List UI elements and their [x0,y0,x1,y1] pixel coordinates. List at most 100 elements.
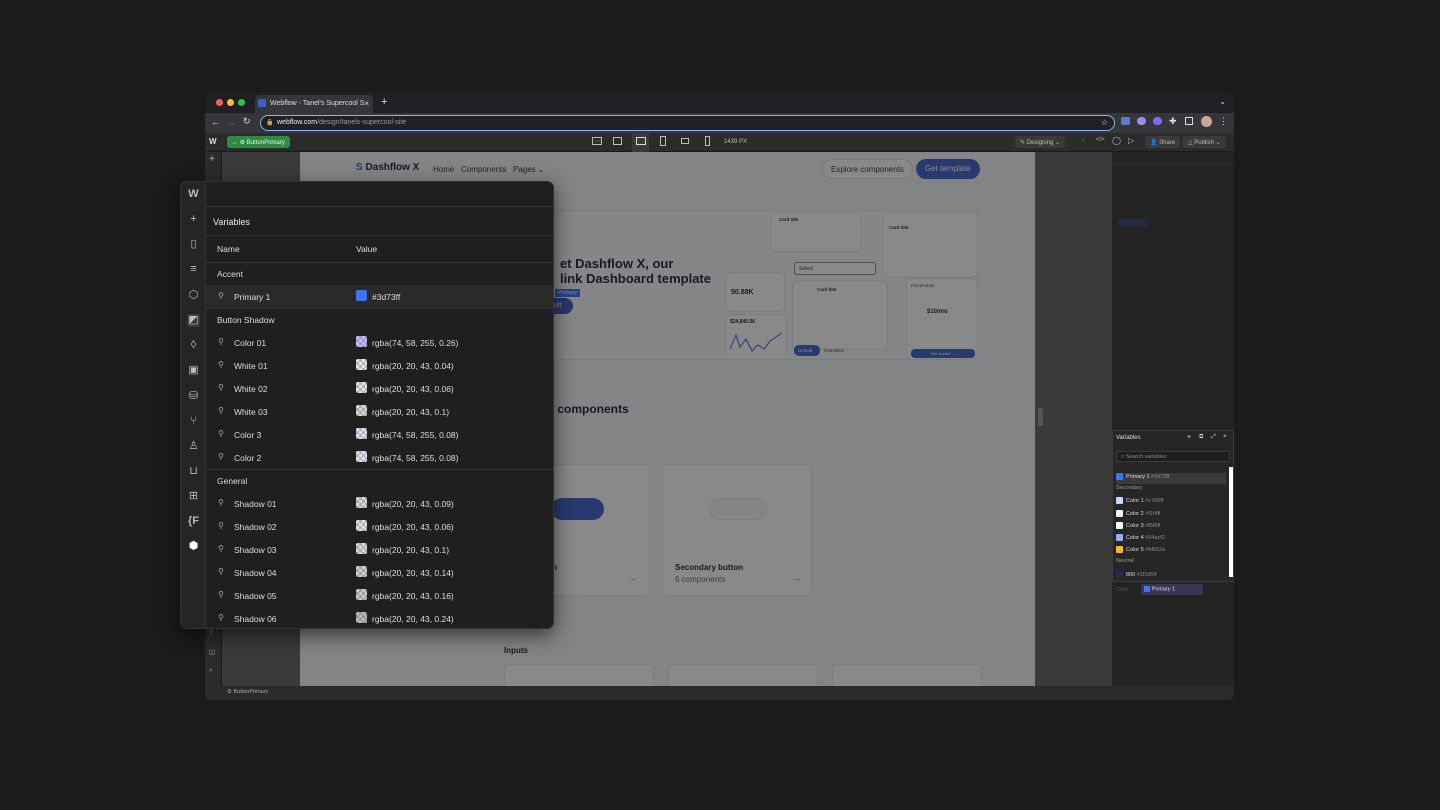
variable-value[interactable]: rgba(20, 20, 43, 0.16) [372,591,454,601]
components-icon[interactable]: ⬡ [187,289,200,302]
tab-menu-chevron-icon[interactable]: ⌄ [1219,97,1226,106]
color-swatch[interactable] [356,428,367,439]
extension-icon[interactable] [1137,117,1146,125]
variable-name[interactable]: Shadow 01 [234,499,277,509]
publish-button[interactable]: △ Publish ⌄ [1183,136,1226,148]
color-swatch[interactable] [356,336,367,347]
color-swatch[interactable] [356,589,367,600]
browser-menu-icon[interactable]: ⋮ [1219,116,1228,127]
extension-icon[interactable] [1121,117,1130,125]
variable-value[interactable]: rgba(20, 20, 43, 0.24) [372,614,454,624]
code-icon[interactable]: </> [1096,137,1105,143]
color-swatch[interactable] [356,612,367,623]
tasks-icon[interactable]: ☑ [209,649,215,657]
variable-value[interactable]: rgba(20, 20, 43, 0.09) [372,499,454,509]
mini-variable-item[interactable]: Primary 1 #3d73ff [1116,473,1226,484]
variable-row[interactable]: ⚲Shadow 02rgba(20, 20, 43, 0.06) [206,515,554,538]
maximize-window-button[interactable] [238,99,245,106]
mini-variable-item[interactable]: Color 5 #fdb52a [1116,546,1226,557]
column-header-value[interactable]: Value [356,244,377,254]
detach-icon[interactable]: ⧉ [1199,434,1203,441]
variable-name[interactable]: Shadow 04 [234,568,277,578]
variable-name[interactable]: Shadow 05 [234,591,277,601]
expand-icon[interactable]: ⤢ [1211,434,1216,441]
variable-value[interactable]: rgba(20, 20, 43, 0.06) [372,522,454,532]
comment-icon[interactable]: ◯ [1112,136,1121,145]
assets-icon[interactable]: ▣ [187,364,200,377]
variable-row[interactable]: ⚲Color 01rgba(74, 58, 255, 0.26) [206,331,554,354]
share-button[interactable]: 👤 Share [1145,136,1180,148]
forward-icon[interactable]: → [227,117,236,127]
puzzle-extensions-icon[interactable]: ✚ [1169,116,1177,127]
pages-icon[interactable]: ▯ [187,238,200,251]
mini-variable-item[interactable]: Color 4 #94acf2 [1116,534,1226,545]
color-swatch[interactable] [356,520,367,531]
webflow-logo-icon[interactable]: W [187,188,200,201]
preview-play-icon[interactable]: ▷ [1128,136,1134,145]
desktop-large-icon[interactable] [592,137,602,145]
extension-icon[interactable] [1153,117,1162,125]
variable-name[interactable]: Shadow 03 [234,545,277,555]
color-swatch[interactable] [356,290,367,301]
variable-name[interactable]: Shadow 02 [234,522,277,532]
breadcrumb[interactable]: ⚙ ButtonPrimary [227,689,268,695]
profile-avatar[interactable] [1201,116,1212,127]
variable-row[interactable]: ⚲Primary 1#3d73ff [206,285,554,308]
sidepanel-icon[interactable] [1185,117,1193,125]
variable-name[interactable]: White 03 [234,407,268,417]
variable-value[interactable]: rgba(20, 20, 43, 0.14) [372,568,454,578]
variable-value[interactable]: #3d73ff [372,292,400,302]
reload-icon[interactable]: ↻ [243,116,251,127]
color-swatch[interactable] [356,497,367,508]
users-icon[interactable]: ♙ [187,440,200,453]
code-braces-icon[interactable]: {F [187,515,200,528]
mobile-landscape-icon[interactable] [681,138,689,144]
variable-group-header[interactable]: General [206,469,554,492]
color-swatch[interactable] [356,382,367,393]
variable-name[interactable]: White 01 [234,361,268,371]
component-breadcrumb-button[interactable]: ← ⚙ ButtonPrimary [227,136,290,148]
variable-name[interactable]: Shadow 06 [234,614,277,624]
variable-value[interactable]: rgba(20, 20, 43, 0.04) [372,361,454,371]
color-swatch[interactable] [356,451,367,462]
variable-name[interactable]: Primary 1 [234,292,270,302]
mini-variable-item[interactable]: Color 1 #c7d6ff [1116,497,1226,508]
close-tab-icon[interactable]: × [364,99,369,108]
variable-row[interactable]: ⚲Shadow 04rgba(20, 20, 43, 0.14) [206,561,554,584]
new-tab-icon[interactable]: + [381,96,387,108]
color-swatch[interactable] [356,566,367,577]
mini-variable-item[interactable]: Color 2 #f1f4ff [1116,510,1226,521]
variables-icon[interactable]: ◩ [187,314,200,327]
search-icon[interactable]: ⌕ [209,667,213,675]
back-icon[interactable]: ← [211,117,220,127]
variable-value[interactable]: rgba(20, 20, 43, 0.1) [372,407,449,417]
column-header-name[interactable]: Name [217,244,240,254]
panel-tabs[interactable] [1112,152,1234,164]
close-icon[interactable]: × [1223,434,1227,440]
variable-name[interactable]: Color 2 [234,453,261,463]
cube-icon[interactable]: ⬢ [187,540,200,553]
tablet-icon[interactable] [660,136,666,146]
variable-row[interactable]: ⚲White 01rgba(20, 20, 43, 0.04) [206,354,554,377]
check-icon[interactable]: ✓ [1081,137,1086,144]
color-swatch[interactable] [356,359,367,370]
variable-name[interactable]: White 02 [234,384,268,394]
variable-name[interactable]: Color 3 [234,430,261,440]
close-window-button[interactable] [216,99,223,106]
add-icon[interactable]: + [209,154,215,165]
variable-value[interactable]: rgba(20, 20, 43, 0.06) [372,384,454,394]
mobile-icon[interactable] [705,136,710,146]
styles-icon[interactable]: ◊ [187,339,200,352]
canvas-resize-handle[interactable] [1038,408,1043,426]
variable-value[interactable]: rgba(74, 58, 255, 0.26) [372,338,458,348]
variable-row[interactable]: ⚲Shadow 03rgba(20, 20, 43, 0.1) [206,538,554,561]
variable-value[interactable]: rgba(20, 20, 43, 0.1) [372,545,449,555]
variable-row[interactable]: ⚲Color 2rgba(74, 58, 255, 0.08) [206,446,554,469]
variable-group-header[interactable]: Accent [206,262,554,285]
variable-value[interactable]: rgba(74, 58, 255, 0.08) [372,453,458,463]
navigator-icon[interactable]: ≡ [187,263,200,276]
variable-row[interactable]: ⚲Shadow 01rgba(20, 20, 43, 0.09) [206,492,554,515]
url-input[interactable]: 🔒 webflow.com/design/tanels-supercool-si… [260,115,1115,131]
color-swatch[interactable] [356,543,367,554]
desktop-icon[interactable] [613,137,622,145]
